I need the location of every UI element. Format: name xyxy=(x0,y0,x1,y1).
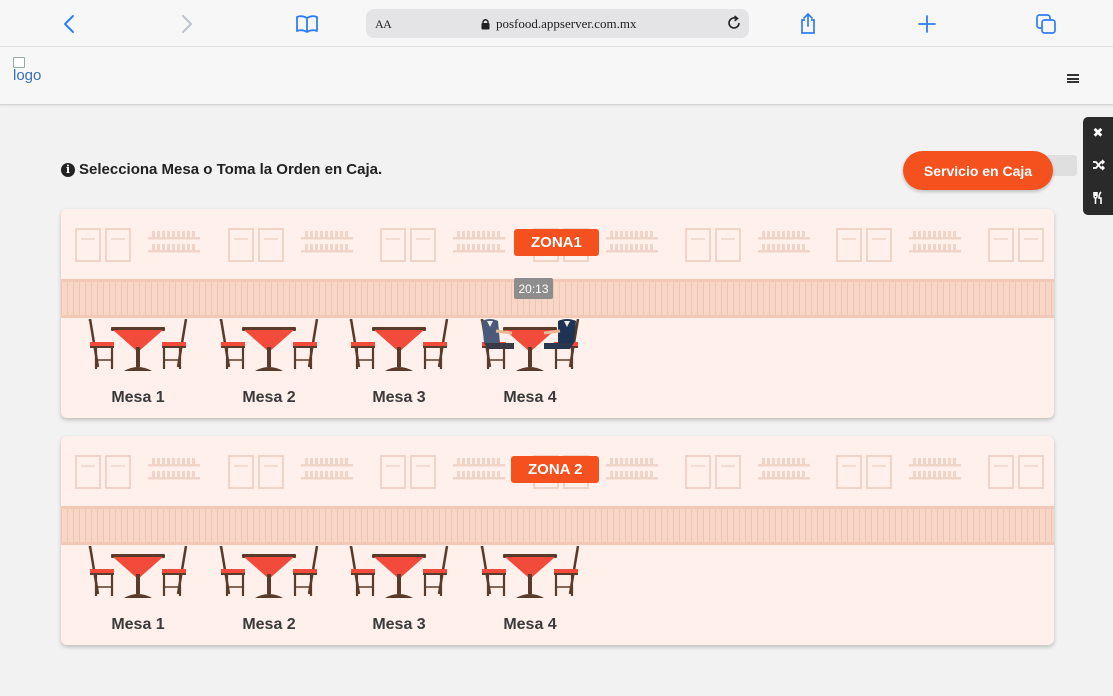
page-title: i Selecciona Mesa o Toma la Orden en Caj… xyxy=(61,161,382,178)
table-label: Mesa 2 xyxy=(242,389,296,406)
back-icon[interactable] xyxy=(53,8,85,40)
table-3[interactable]: Mesa 3 xyxy=(347,319,451,418)
bookmarks-icon[interactable] xyxy=(291,8,323,40)
forward-icon[interactable] xyxy=(171,8,203,40)
page-title-text: Selecciona Mesa o Toma la Orden en Caja. xyxy=(79,161,383,178)
url-text: posfood.appserver.com.mx xyxy=(496,16,637,31)
table-label: Mesa 3 xyxy=(372,616,426,633)
table-2[interactable]: Mesa 2 xyxy=(217,319,321,418)
table-4-occupied[interactable]: Mesa 4 xyxy=(478,319,582,418)
side-toolbar: ✖ xyxy=(1083,117,1113,215)
zone-badge: ZONA1 xyxy=(514,229,599,256)
share-icon[interactable] xyxy=(792,8,824,40)
table-1[interactable]: Mesa 1 xyxy=(86,319,190,418)
lock-icon xyxy=(481,17,490,35)
zone-wall-panel xyxy=(61,506,1054,545)
table-label: Mesa 2 xyxy=(242,616,296,633)
info-icon: i xyxy=(61,162,75,177)
menu-icon[interactable] xyxy=(1067,74,1079,83)
app-header: logo xyxy=(0,47,1113,105)
table-label: Mesa 4 xyxy=(503,616,557,633)
table-label: Mesa 4 xyxy=(503,389,557,406)
address-bar[interactable]: AA posfood.appserver.com.mx xyxy=(366,9,749,38)
zone-wall-panel xyxy=(61,279,1054,318)
tabs-icon[interactable] xyxy=(1030,8,1062,40)
table-3[interactable]: Mesa 3 xyxy=(347,546,451,645)
table-4[interactable]: Mesa 4 xyxy=(478,546,582,645)
table-2[interactable]: Mesa 2 xyxy=(217,546,321,645)
browser-toolbar: AA posfood.appserver.com.mx xyxy=(0,0,1113,47)
shuffle-icon[interactable] xyxy=(1083,150,1113,180)
close-icon[interactable]: ✖ xyxy=(1083,118,1113,148)
table-label: Mesa 1 xyxy=(111,389,165,406)
table-label: Mesa 1 xyxy=(111,616,165,633)
zone-card-2: ZONA 2 Mesa 1 Mesa 2 Mesa 3 Mesa 4 xyxy=(61,436,1054,645)
table-1[interactable]: Mesa 1 xyxy=(86,546,190,645)
zone-badge: ZONA 2 xyxy=(511,456,600,483)
reload-icon[interactable] xyxy=(725,14,743,37)
new-tab-icon[interactable] xyxy=(911,8,943,40)
logo[interactable]: logo xyxy=(13,57,41,83)
zone-card-1: ZONA1 Mesa 1 Mesa 2 Mesa 3 Mesa 4 20:13 xyxy=(61,209,1054,418)
utensils-icon[interactable] xyxy=(1083,183,1113,213)
table-label: Mesa 3 xyxy=(372,389,426,406)
reader-aa-button[interactable]: AA xyxy=(375,17,392,32)
table-timer: 20:13 xyxy=(514,278,553,299)
logo-alt-text: logo xyxy=(13,67,42,84)
cash-service-button[interactable]: Servicio en Caja xyxy=(903,151,1053,190)
